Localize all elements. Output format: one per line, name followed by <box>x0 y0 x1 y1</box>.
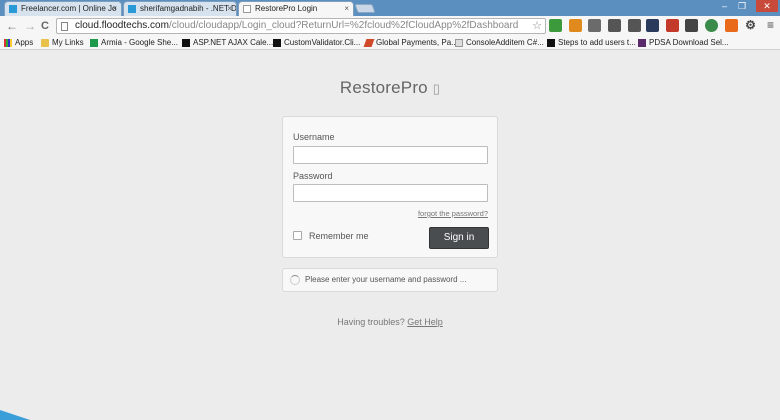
password-input[interactable] <box>293 184 488 202</box>
brand-glyph-icon: ▯ <box>432 81 441 96</box>
close-icon[interactable]: × <box>112 2 117 15</box>
extension-f-icon[interactable] <box>608 19 621 32</box>
extension-circle-icon[interactable] <box>685 19 698 32</box>
tab-freelancer[interactable]: Freelancer.com | Online Jo × <box>4 1 122 16</box>
bookmark-label: PDSA Download Sel... <box>649 38 729 47</box>
page-icon <box>61 22 68 31</box>
globalpay-icon <box>363 39 375 47</box>
trouble-text: Having troubles? <box>337 317 405 327</box>
bookmark-label: Steps to add users t... <box>558 38 636 47</box>
bookmark-item[interactable]: ASP.NET AJAX Cale... <box>182 37 273 49</box>
status-message: Please enter your username and password … <box>305 275 467 284</box>
bookmark-item[interactable]: CustomValidator.Cli... <box>273 37 360 49</box>
bookmark-label: Global Payments, Pa... <box>376 38 458 47</box>
new-tab-button[interactable] <box>354 4 376 13</box>
tab-sherifamgadnabih[interactable]: sherifamgadnabih - .NET D × <box>123 1 237 16</box>
page-icon <box>243 5 251 13</box>
m-icon <box>547 39 555 47</box>
tab-title: RestorePro Login <box>255 4 318 13</box>
bookmark-item[interactable]: Steps to add users t... <box>547 37 636 49</box>
extension-puzzle-icon[interactable] <box>569 19 582 32</box>
close-icon[interactable]: × <box>344 2 349 15</box>
forgot-password-link[interactable]: forgot the password? <box>418 209 488 218</box>
url-path: /cloud/cloudapp/Login_cloud?ReturnUrl=%2… <box>168 20 519 31</box>
bookmark-item[interactable]: Armia - Google She... <box>90 37 178 49</box>
bookmark-label: ASP.NET AJAX Cale... <box>193 38 274 47</box>
pdsa-icon <box>638 39 646 47</box>
bookmarks-bar: Apps My Links Armia - Google She... ASP.… <box>0 36 780 50</box>
freelancer-icon <box>128 5 136 13</box>
forward-button[interactable]: → <box>24 18 36 34</box>
bookmark-item[interactable]: My Links <box>41 37 84 49</box>
aspnet-icon <box>182 39 190 47</box>
corner-decoration <box>0 410 30 420</box>
eyedropper-icon[interactable] <box>628 19 641 32</box>
url-host: cloud.floodtechs.com <box>75 20 169 31</box>
get-help-link[interactable]: Get Help <box>407 317 443 327</box>
bookmark-item[interactable]: ConsoleAdditem C#... <box>455 37 544 49</box>
remember-me-checkbox[interactable] <box>293 231 302 240</box>
sign-in-button[interactable]: Sign in <box>429 227 489 249</box>
freelancer-icon <box>9 5 17 13</box>
gmail-icon[interactable] <box>666 19 679 32</box>
extension-check-icon[interactable] <box>646 19 659 32</box>
extension-green-icon[interactable] <box>549 19 562 32</box>
reload-button[interactable]: C <box>41 18 49 34</box>
folder-icon <box>41 39 49 47</box>
bookmark-item[interactable]: PDSA Download Sel... <box>638 37 729 49</box>
m-icon <box>273 39 281 47</box>
toolbar: ← → C cloud.floodtechs.com/cloud/cloudap… <box>0 16 780 36</box>
bookmark-star-icon[interactable]: ☆ <box>532 19 542 33</box>
gear-icon[interactable]: ⚙ <box>744 19 757 32</box>
tab-restorepro-login[interactable]: RestorePro Login × <box>238 1 354 17</box>
bookmark-label: CustomValidator.Cli... <box>284 38 361 47</box>
loading-spinner-icon <box>290 275 300 285</box>
recycle-icon[interactable] <box>588 19 601 32</box>
bookmark-item[interactable]: Global Payments, Pa... <box>363 37 458 49</box>
bookmark-item[interactable]: Apps <box>4 37 33 49</box>
soundcloud-icon[interactable] <box>725 19 738 32</box>
minimize-button[interactable]: – <box>722 0 727 12</box>
restore-button[interactable]: ❐ <box>738 0 746 12</box>
page-title: RestorePro ▯ <box>0 78 780 98</box>
bookmark-label: Apps <box>15 38 34 47</box>
password-label: Password <box>293 171 333 181</box>
apps-grid-icon <box>4 39 12 47</box>
remember-me-label: Remember me <box>309 231 369 241</box>
username-input[interactable] <box>293 146 488 164</box>
close-window-button[interactable]: ✕ <box>756 0 778 12</box>
status-message-box: Please enter your username and password … <box>282 268 498 292</box>
close-icon[interactable]: × <box>227 2 232 15</box>
tab-title: sherifamgadnabih - .NET D <box>140 4 237 13</box>
brand-name: RestorePro <box>339 78 428 97</box>
help-line: Having troubles? Get Help <box>0 317 780 327</box>
extension-counter-icon[interactable] <box>705 19 718 32</box>
tab-strip: Freelancer.com | Online Jo × sherifamgad… <box>0 0 780 17</box>
console-icon <box>455 39 463 47</box>
tab-title: Freelancer.com | Online Jo <box>21 4 117 13</box>
back-button[interactable]: ← <box>6 18 18 34</box>
login-form: Username Password forgot the password? R… <box>282 116 498 258</box>
bookmark-label: Armia - Google She... <box>101 38 178 47</box>
username-label: Username <box>293 132 335 142</box>
sheets-icon <box>90 39 98 47</box>
bookmark-label: My Links <box>52 38 84 47</box>
menu-icon[interactable]: ≡ <box>764 19 777 32</box>
address-bar[interactable]: cloud.floodtechs.com/cloud/cloudapp/Logi… <box>56 18 546 34</box>
bookmark-label: ConsoleAdditem C#... <box>466 38 544 47</box>
